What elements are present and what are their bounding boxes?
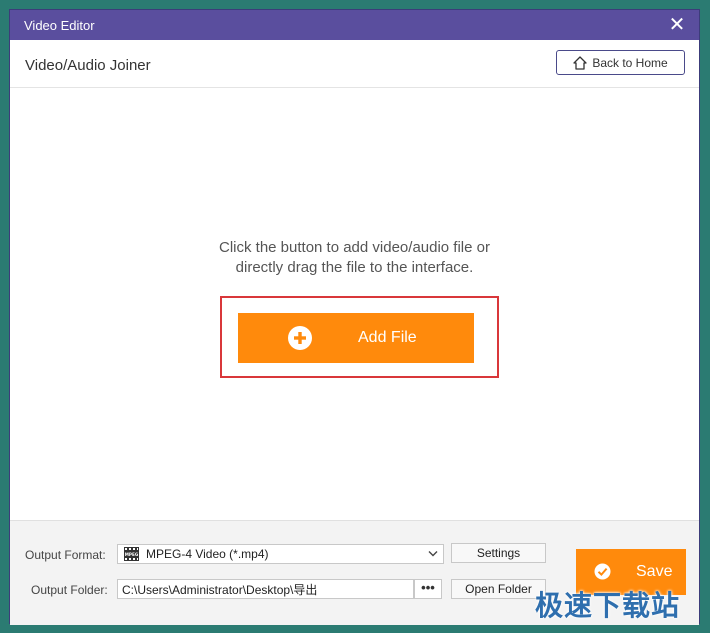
drop-hint: Click the button to add video/audio file… xyxy=(10,238,699,278)
plus-circle-icon xyxy=(288,326,312,350)
drop-zone[interactable]: Click the button to add video/audio file… xyxy=(10,88,699,520)
save-label: Save xyxy=(636,563,673,580)
output-format-value: MPEG-4 Video (*.mp4) xyxy=(146,547,269,561)
add-file-highlight: Add File xyxy=(220,296,499,378)
window-title: Video Editor xyxy=(24,18,95,33)
site-watermark: 极速下载站 xyxy=(535,589,681,622)
add-file-label: Add File xyxy=(358,329,417,346)
close-icon[interactable]: ✕ xyxy=(667,15,687,35)
output-format-select[interactable]: MPEG MPEG-4 Video (*.mp4) xyxy=(117,544,444,564)
output-format-label: Output Format: xyxy=(25,548,106,562)
page-header: Video/Audio Joiner Back to Home xyxy=(10,40,699,88)
drop-hint-line-2: directly drag the file to the interface. xyxy=(235,259,474,276)
home-icon xyxy=(573,55,587,70)
back-to-home-label: Back to Home xyxy=(592,55,668,70)
browse-folder-button[interactable]: ••• xyxy=(414,579,442,599)
open-folder-button[interactable]: Open Folder xyxy=(451,579,546,599)
video-editor-window: Video Editor ✕ Video/Audio Joiner Back t… xyxy=(9,9,700,625)
page-title: Video/Audio Joiner xyxy=(25,57,151,74)
settings-button[interactable]: Settings xyxy=(451,543,546,563)
mpeg-icon-text: MPEG xyxy=(125,552,139,557)
mpeg-format-icon: MPEG xyxy=(124,547,139,561)
title-bar: Video Editor ✕ xyxy=(10,10,699,40)
desktop-background: Video Editor ✕ Video/Audio Joiner Back t… xyxy=(0,0,710,633)
output-folder-input[interactable] xyxy=(117,579,414,599)
chevron-down-icon xyxy=(428,551,438,557)
check-circle-icon xyxy=(594,563,611,580)
drop-hint-line-1: Click the button to add video/audio file… xyxy=(218,239,490,256)
add-file-button[interactable]: Add File xyxy=(238,313,474,363)
back-to-home-button[interactable]: Back to Home xyxy=(556,50,685,75)
output-folder-label: Output Folder: xyxy=(31,583,108,597)
